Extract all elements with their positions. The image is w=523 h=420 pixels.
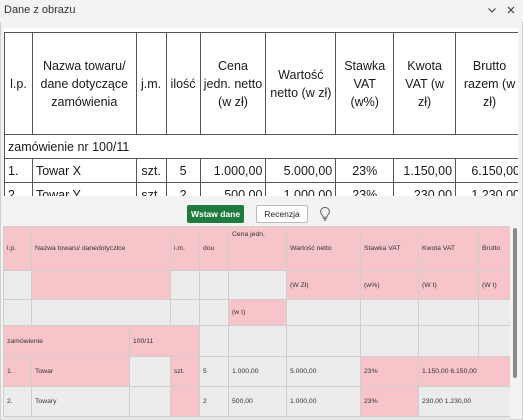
source-cell: 1.000,00 <box>199 158 267 183</box>
result-unit-cell[interactable]: (W t) <box>478 270 510 300</box>
source-header-cell: j.m. <box>135 32 167 135</box>
source-cell: szt. <box>135 182 167 196</box>
result-header-cell[interactable]: Kwota VAT <box>418 226 480 271</box>
grid-cell[interactable] <box>199 270 230 300</box>
grid-cell[interactable] <box>30 270 172 300</box>
source-cell: 1.150,00 <box>393 158 457 183</box>
result-cell[interactable]: Towar <box>31 356 130 387</box>
source-cell: szt. <box>135 158 167 183</box>
grid-cell[interactable] <box>360 325 420 357</box>
close-icon[interactable] <box>503 2 519 18</box>
result-cell[interactable]: Towary <box>31 386 130 417</box>
result-cell[interactable]: 2. <box>3 386 32 417</box>
result-unit-cell[interactable]: (w%) <box>360 270 420 300</box>
result-cell[interactable]: 1.000,00 <box>286 386 362 417</box>
grid-cell[interactable] <box>128 356 172 387</box>
scrollbar-thumb[interactable] <box>513 228 517 378</box>
grid-cell[interactable] <box>360 299 420 326</box>
source-cell: Towar Y <box>31 182 137 196</box>
source-cell: 1.230,00 <box>455 182 518 196</box>
source-header-cell: Wartość netto (w zł) <box>265 32 337 135</box>
result-header-cell[interactable]: Brutto <box>478 226 510 271</box>
grid-cell[interactable] <box>478 325 510 357</box>
lightbulb-icon[interactable] <box>319 206 331 222</box>
result-header-cell[interactable]: i.m. <box>170 226 201 271</box>
grid-cell[interactable] <box>128 386 172 417</box>
result-unit-cell[interactable]: (W Zł) <box>286 270 362 300</box>
source-header-cell: Nazwa towaru/ dane dotyczące zamówienia <box>31 32 137 135</box>
result-cell[interactable]: 23% <box>360 356 420 387</box>
result-cell[interactable]: 23% <box>360 386 420 417</box>
grid-cell[interactable] <box>170 270 201 300</box>
source-cell: 5 <box>165 158 201 183</box>
grid-cell[interactable] <box>286 325 362 357</box>
source-cell: Towar X <box>31 158 137 183</box>
source-cell: 2. <box>4 182 33 196</box>
grid-cell[interactable] <box>418 299 480 326</box>
grid-cell[interactable] <box>30 299 172 326</box>
result-cell[interactable]: szt. <box>170 356 201 387</box>
title-bar: Dane z obrazu <box>0 0 523 22</box>
grid-cell[interactable] <box>199 325 230 357</box>
grid-cell[interactable] <box>199 299 230 326</box>
result-cell[interactable]: 5.000,00 <box>286 356 362 387</box>
insert-data-button[interactable]: Wstaw dane <box>187 205 244 223</box>
grid-cell[interactable] <box>3 299 32 326</box>
result-grid[interactable]: l.p. Nazwa towaru/ danedotyczłce i.m. do… <box>3 226 510 420</box>
source-header-cell: ilość <box>165 32 201 135</box>
source-header-cell: Stawka VAT (w%) <box>335 32 395 135</box>
result-header-cell[interactable]: Wartość netto <box>286 226 362 271</box>
grid-cell[interactable] <box>228 270 288 300</box>
source-header-cell: Cena jedn. netto (w zł) <box>199 32 267 135</box>
chevron-down-icon[interactable] <box>484 2 500 18</box>
grid-cell[interactable] <box>478 299 510 326</box>
source-header-cell: Kwota VAT (w zł) <box>393 32 457 135</box>
result-unit-cell[interactable]: (W t) <box>418 270 480 300</box>
grid-cell[interactable] <box>3 270 32 300</box>
result-header-cell[interactable]: dou <box>199 226 230 271</box>
grid-cell[interactable] <box>170 299 201 326</box>
result-section-number[interactable]: 100/11 <box>128 325 201 357</box>
source-header-cell: Brutto razem (w zł) <box>455 32 518 135</box>
source-image: l.p. Nazwa towaru/ dane dotyczące zamówi… <box>4 28 518 196</box>
result-unit-cell[interactable]: (w t) <box>228 299 288 326</box>
source-cell: 1. <box>4 158 33 183</box>
window-title: Dane z obrazu <box>4 4 76 16</box>
result-cell[interactable]: 1.150,00 6.150,00 <box>418 356 510 387</box>
source-cell: 23% <box>335 182 395 196</box>
result-cell[interactable] <box>170 386 201 417</box>
source-cell: 500,00 <box>199 182 267 196</box>
source-header-cell: l.p. <box>4 32 33 135</box>
result-header-cell[interactable]: l.p. <box>3 226 32 271</box>
grid-cell[interactable] <box>228 325 288 357</box>
result-section-label[interactable]: zamówienie <box>3 325 130 357</box>
source-cell: 2 <box>165 182 201 196</box>
result-cell[interactable]: 230,00 1.230,00 <box>418 386 510 417</box>
result-cell[interactable]: 1.000,00 <box>228 356 288 387</box>
grid-cell[interactable] <box>286 299 362 326</box>
source-cell: 230,00 <box>393 182 457 196</box>
result-cell[interactable]: 1. <box>3 356 32 387</box>
result-header-cell[interactable]: Cena jedn. <box>228 226 288 271</box>
result-table: l.p. Nazwa towaru/ danedotyczłce i.m. do… <box>3 226 510 417</box>
grid-cell[interactable] <box>418 325 480 357</box>
result-cell[interactable]: 500,00 <box>228 386 288 417</box>
review-button[interactable]: Recenzja <box>256 205 308 223</box>
source-cell: 5.000,00 <box>265 158 337 183</box>
source-section-cell: zamówienie nr 100/11 <box>4 134 518 159</box>
result-header-cell[interactable]: Stawka VAT <box>360 226 420 271</box>
source-cell: 1.000,00 <box>265 182 337 196</box>
result-cell[interactable]: 5 <box>199 356 230 387</box>
result-cell[interactable]: 2 <box>199 386 230 417</box>
source-cell: 23% <box>335 158 395 183</box>
result-header-cell[interactable]: Nazwa towaru/ danedotyczłce <box>30 226 172 271</box>
source-cell: 6.150,00 <box>455 158 518 183</box>
source-table: l.p. Nazwa towaru/ dane dotyczące zamówi… <box>4 32 518 196</box>
